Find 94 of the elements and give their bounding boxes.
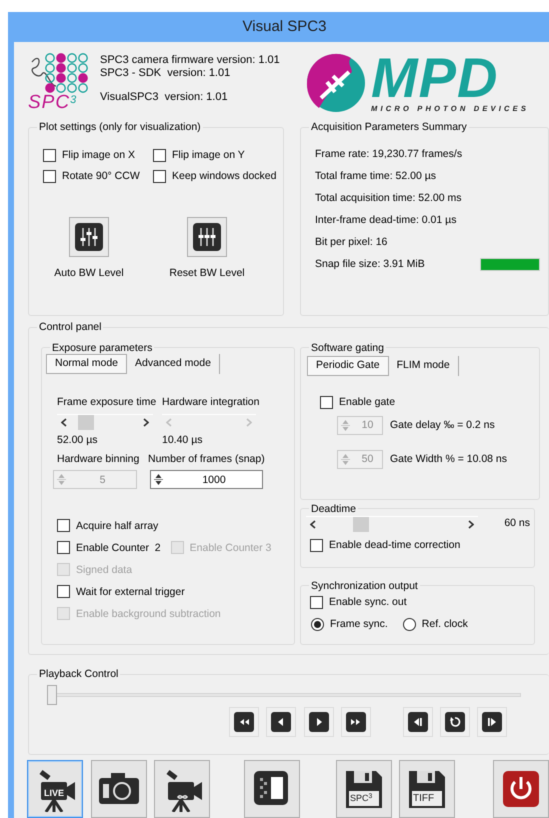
summary-text: Snap file size: 3.91 MiB <box>315 258 425 271</box>
group-title: Software gating <box>310 342 385 353</box>
version-text: VisualSPC3 version: 1.01 <box>100 91 229 105</box>
scrollbar[interactable] <box>57 414 153 430</box>
checkbox[interactable]: Wait for external trigger <box>57 585 185 598</box>
checkbox[interactable]: Flip image on X <box>43 148 153 162</box>
slider-value: 10.40 µs <box>162 434 204 447</box>
group-title: Exposure parameters <box>51 342 154 353</box>
slider[interactable] <box>47 684 523 706</box>
button-label: Auto BW Level <box>54 266 124 280</box>
tab[interactable]: Normal mode <box>46 354 128 374</box>
number-field[interactable]: 1000 <box>150 470 263 490</box>
chevron-right-icon <box>246 418 252 427</box>
playback-button[interactable] <box>477 706 507 736</box>
toolbar-button[interactable] <box>493 760 549 818</box>
summary-text: Inter-frame dead-time: 0.01 µs <box>315 214 456 227</box>
field-label: Gate delay ‰ = 0.2 ns <box>390 418 495 432</box>
version-text: SPC3 - SDK version: 1.01 <box>100 67 232 80</box>
icon-label: LIVE <box>43 788 66 799</box>
scrollbar[interactable] <box>306 516 478 531</box>
checkbox[interactable]: Enable gate <box>320 396 539 409</box>
icon-label: TIFF <box>413 794 434 804</box>
group-title: Control panel <box>38 322 102 332</box>
playback-button[interactable] <box>266 706 296 736</box>
playback-button[interactable] <box>440 706 470 736</box>
field-label: Number of frames (snap) <box>148 452 266 466</box>
group-title: Playback Control <box>38 669 120 680</box>
window-title: Visual SPC3 <box>242 18 326 36</box>
checkbox[interactable]: Flip image on Y <box>153 148 283 162</box>
step-forward-icon <box>482 712 502 732</box>
rewind-icon <box>234 712 254 732</box>
group-title: Acquisition Parameters Summary <box>310 122 468 132</box>
checkbox[interactable]: Enable Counter 2 <box>57 541 161 554</box>
scrollbar-thumb[interactable] <box>353 516 369 532</box>
checkbox[interactable]: Enable sync. out <box>310 596 534 609</box>
size-indicator <box>480 258 540 271</box>
toolbar-button[interactable] <box>244 760 300 818</box>
sliders-icon <box>193 222 221 250</box>
scrollbar-thumb[interactable] <box>78 414 94 430</box>
slider-value: 52.00 µs <box>57 434 98 447</box>
tab[interactable]: Advanced mode <box>127 354 220 374</box>
checkbox[interactable]: Rotate 90° CCW <box>43 170 153 182</box>
slider-thumb[interactable] <box>47 684 57 704</box>
summary-text: Total acquisition time: 52.00 ms <box>315 192 462 205</box>
checkbox[interactable]: Enable dead-time correction <box>310 539 534 552</box>
slider-label: Hardware integration <box>162 396 260 408</box>
chevron-right-icon <box>143 418 149 427</box>
tab[interactable]: Periodic Gate <box>307 356 389 376</box>
playback-button[interactable] <box>403 706 433 736</box>
back-icon <box>271 712 291 732</box>
chevron-left-icon <box>61 418 67 427</box>
field-label: Hardware binning <box>57 452 140 466</box>
field-label: Gate Width % = 10.08 ns <box>390 452 508 466</box>
checkbox[interactable]: Keep windows docked <box>153 170 283 182</box>
fast-forward-icon <box>346 712 366 732</box>
logo-text: SPC$^{3}$ <box>28 93 78 112</box>
spin-arrows-icon <box>341 452 350 467</box>
version-text: SPC3 camera firmware version: 1.01 <box>100 54 280 68</box>
icon-label: SPC$^{3}$ <box>350 794 372 803</box>
toolbar-button[interactable]: LIVE <box>27 760 83 818</box>
toolbar-button[interactable] <box>154 760 210 818</box>
slider-label: Frame exposure time <box>57 396 158 408</box>
radio-button[interactable]: Frame sync. <box>311 618 388 631</box>
step-back-icon <box>408 712 428 732</box>
spin-arrows-icon <box>154 472 163 488</box>
spin-arrows-icon <box>341 418 350 433</box>
group-title: Deadtime <box>310 504 357 514</box>
radio-button[interactable]: Ref. clock <box>402 618 468 631</box>
level-button[interactable] <box>187 216 227 256</box>
slider-value: 60 ns <box>504 517 530 530</box>
sliders-icon <box>75 222 103 250</box>
play-icon <box>309 712 329 732</box>
playback-button[interactable] <box>229 706 259 736</box>
toolbar-button[interactable]: SPC$^{3}$ <box>336 760 392 818</box>
chevron-left-icon <box>166 418 172 427</box>
button-label: Reset BW Level <box>169 266 245 280</box>
group-title: Plot settings (only for visualization) <box>38 122 202 132</box>
tab[interactable]: FLIM mode <box>388 356 459 376</box>
repeat-icon <box>445 712 465 732</box>
logo-icon <box>305 52 367 114</box>
summary-text: Frame rate: 19,230.77 frames/s <box>315 148 462 161</box>
summary-text: Bit per pixel: 16 <box>315 236 388 249</box>
playback-button[interactable] <box>341 706 371 736</box>
chevron-left-icon <box>310 520 316 528</box>
playback-button[interactable] <box>304 706 334 736</box>
chevron-right-icon <box>468 520 474 528</box>
level-button[interactable] <box>69 216 109 256</box>
toolbar-button[interactable] <box>91 760 147 818</box>
toolbar-button[interactable]: TIFF <box>399 760 455 818</box>
group-title: Synchronization output <box>310 580 419 591</box>
spin-arrows-icon <box>57 472 66 488</box>
summary-text: Total frame time: 52.00 µs <box>315 170 436 183</box>
checkbox[interactable]: Acquire half array <box>57 519 158 532</box>
brand-name: MPD <box>371 53 498 104</box>
